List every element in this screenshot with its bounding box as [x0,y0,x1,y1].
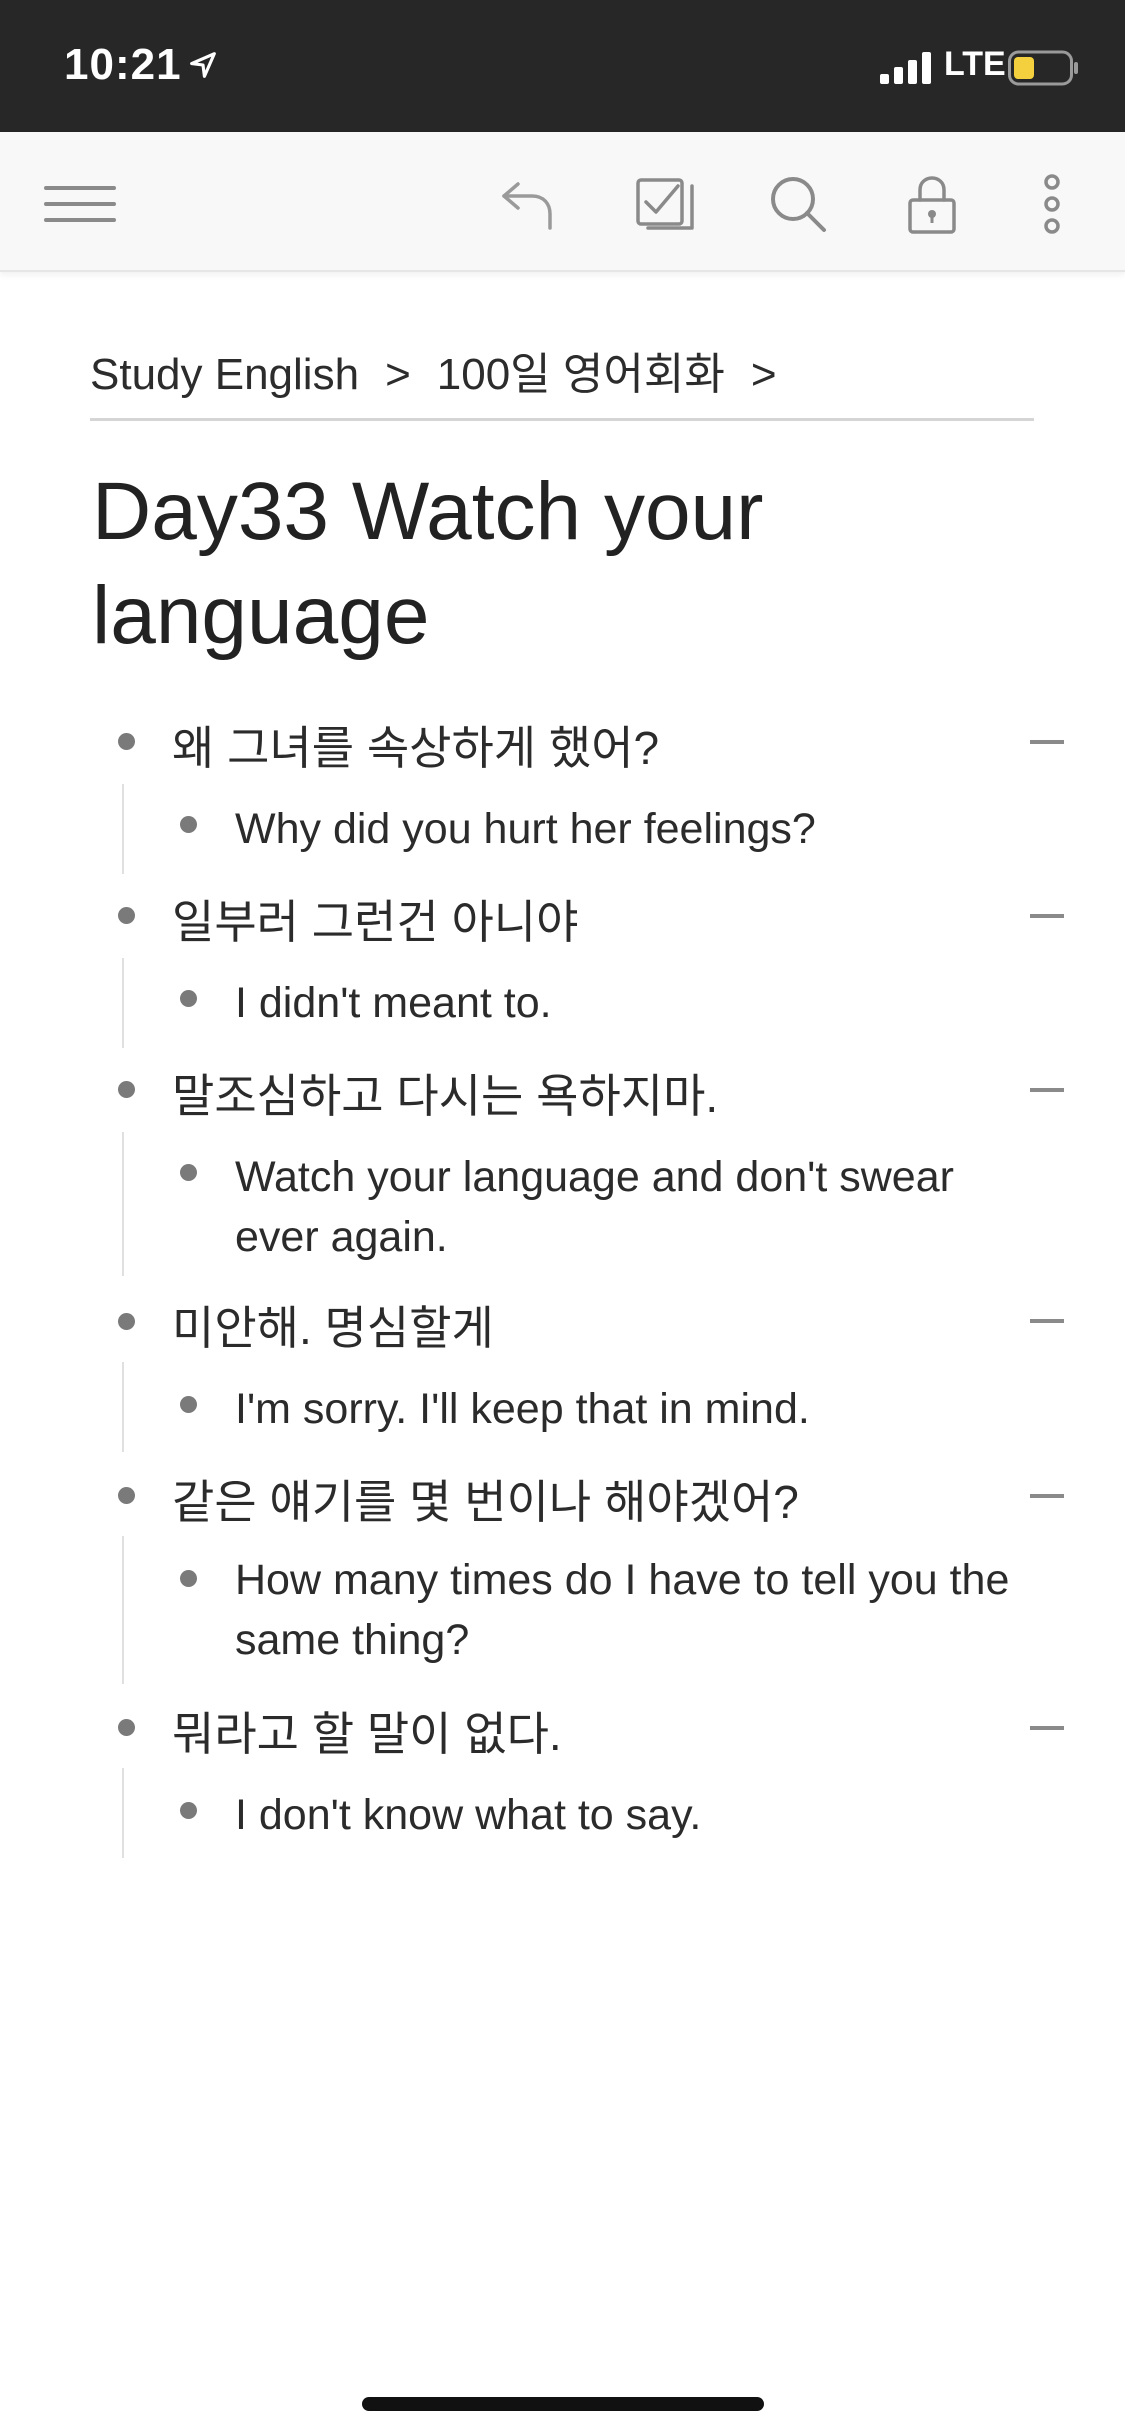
menu-icon[interactable] [42,172,118,236]
outline-subitem[interactable]: I didn't meant to. [235,973,1015,1033]
toolbar [0,132,1125,272]
network-label: LTE [944,45,1006,83]
collapse-icon[interactable] [1030,1088,1064,1092]
status-time: 10:21 [64,40,182,89]
bullet[interactable] [118,1719,135,1736]
more-icon[interactable] [1022,172,1082,236]
breadcrumb-item-study-english[interactable]: Study English [90,350,359,400]
undo-icon[interactable] [496,172,560,236]
bullet[interactable] [118,1081,135,1098]
outline-item[interactable]: 일부러 그런건 아니야 [172,886,578,952]
indent-line [122,1536,124,1684]
battery-icon [1008,50,1078,86]
sub-bullet[interactable] [180,816,197,833]
outline-subitem[interactable]: Why did you hurt her feelings? [235,799,1015,859]
outline-subitem[interactable]: Watch your language and don't swear ever… [235,1147,1015,1267]
outline-item[interactable]: 말조심하고 다시는 욕하지마. [172,1060,718,1126]
outline-item[interactable]: 왜 그녀를 속상하게 했어? [172,712,659,778]
status-bar: 10:21 LTE [0,0,1125,132]
search-icon[interactable] [766,172,830,236]
sub-bullet[interactable] [180,1802,197,1819]
page-title[interactable]: Day33 Watch your language [92,460,992,668]
outline-subitem[interactable]: How many times do I have to tell you the… [235,1550,1015,1670]
sub-bullet[interactable] [180,1570,197,1587]
collapse-icon[interactable] [1030,914,1064,918]
outline-item[interactable]: 뭐라고 할 말이 없다. [172,1698,562,1764]
home-indicator[interactable] [362,2397,764,2411]
collapse-icon[interactable] [1030,1494,1064,1498]
breadcrumb-separator: > [750,350,777,399]
bullet[interactable] [118,733,135,750]
collapse-icon[interactable] [1030,740,1064,744]
indent-line [122,1362,124,1452]
bullet[interactable] [118,907,135,924]
outline-subitem[interactable]: I'm sorry. I'll keep that in mind. [235,1379,1015,1439]
collapse-icon[interactable] [1030,1319,1064,1323]
lock-icon[interactable] [900,172,964,236]
breadcrumb-item-100-days[interactable]: 100일 영어회화 [437,338,725,402]
signal-icon [880,52,931,84]
collapse-icon[interactable] [1030,1726,1064,1730]
sub-bullet[interactable] [180,1396,197,1413]
outline-subitem[interactable]: I don't know what to say. [235,1785,1015,1845]
bullet[interactable] [118,1313,135,1330]
breadcrumb: Study English >100일 영어회화 > [90,338,1034,421]
breadcrumb-separator: > [385,350,411,399]
location-arrow-icon [190,52,216,78]
indent-line [122,1132,124,1276]
outline-item[interactable]: 같은 얘기를 몇 번이나 해야겠어? [172,1466,799,1532]
sub-bullet[interactable] [180,1164,197,1181]
sub-bullet[interactable] [180,990,197,1007]
indent-line [122,1768,124,1858]
indent-line [122,784,124,874]
checklist-icon[interactable] [634,172,698,236]
indent-line [122,958,124,1048]
bullet[interactable] [118,1487,135,1504]
outline-item[interactable]: 미안해. 명심할게 [172,1292,494,1358]
